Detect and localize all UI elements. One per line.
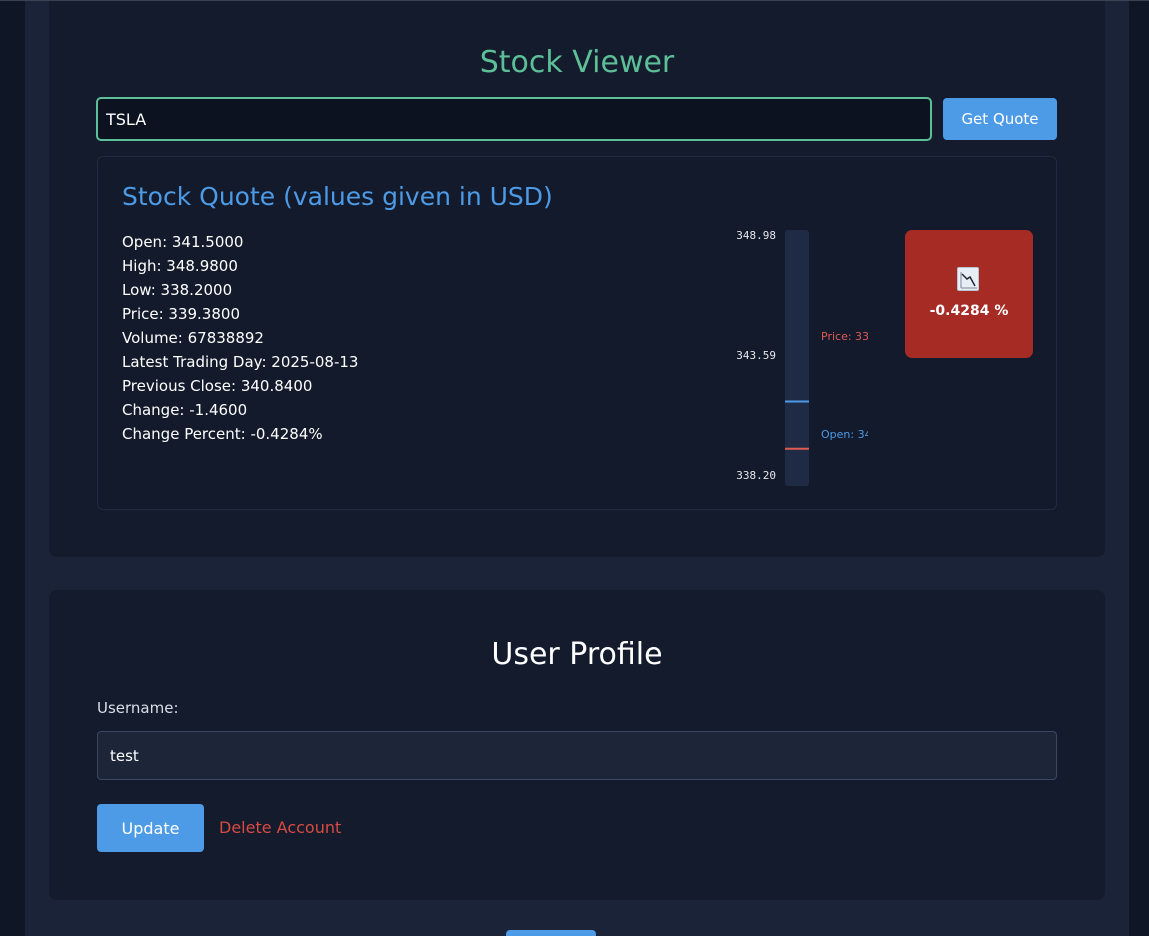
- price-marker-label: Open: 341.50: [821, 428, 868, 441]
- axis-tick-label: 343.59: [736, 349, 776, 362]
- stock-viewer-title: Stock Viewer: [479, 45, 675, 80]
- quote-latest-trading-day: Latest Trading Day: 2025-08-13: [122, 353, 359, 371]
- quote-open: Open: 341.5000: [122, 233, 244, 251]
- price-range-bar: [785, 230, 809, 486]
- axis-tick-label: 348.98: [736, 229, 776, 242]
- change-percent-tile: -0.4284 %: [905, 230, 1033, 358]
- chart-decreasing-icon: [957, 267, 979, 291]
- content-column: Stock Viewer Get Quote Stock Quote (valu…: [25, 1, 1129, 936]
- stock-quote-title: Stock Quote (values given in USD): [122, 182, 553, 211]
- quote-previous-close: Previous Close: 340.8400: [122, 377, 313, 395]
- stock-viewer-card: Stock Viewer Get Quote Stock Quote (valu…: [49, 1, 1105, 557]
- quote-change: Change: -1.4600: [122, 401, 248, 419]
- user-profile-title: User Profile: [491, 637, 663, 672]
- quote-change-percent: Change Percent: -0.4284%: [122, 425, 323, 443]
- update-button[interactable]: Update: [97, 804, 204, 852]
- axis-tick-label: 338.20: [736, 469, 776, 482]
- username-input[interactable]: [97, 731, 1057, 780]
- bottom-button-partial[interactable]: [506, 930, 596, 936]
- quote-price: Price: 339.3800: [122, 305, 240, 323]
- delete-account-link[interactable]: Delete Account: [219, 818, 341, 837]
- ticker-input[interactable]: [96, 97, 932, 141]
- quote-low: Low: 338.2000: [122, 281, 233, 299]
- get-quote-button[interactable]: Get Quote: [943, 98, 1057, 140]
- price-range-chart: 348.98 343.59 338.20 Price: 339.38 Open: 34…: [736, 229, 868, 486]
- quote-volume: Volume: 67838892: [122, 329, 264, 347]
- page: Stock Viewer Get Quote Stock Quote (valu…: [0, 0, 1149, 936]
- quote-high: High: 348.9800: [122, 257, 238, 275]
- stock-quote-panel: Stock Quote (values given in USD) Open: …: [97, 156, 1057, 510]
- price-marker-label: Price: 339.38: [821, 330, 868, 343]
- user-profile-card: User Profile Username: Update Delete Acc…: [49, 590, 1105, 900]
- quote-field-list: Open: 341.5000 High: 348.9800 Low: 338.2…: [122, 230, 358, 446]
- username-label: Username:: [97, 699, 179, 717]
- change-percent-value: -0.4284 %: [929, 303, 1009, 319]
